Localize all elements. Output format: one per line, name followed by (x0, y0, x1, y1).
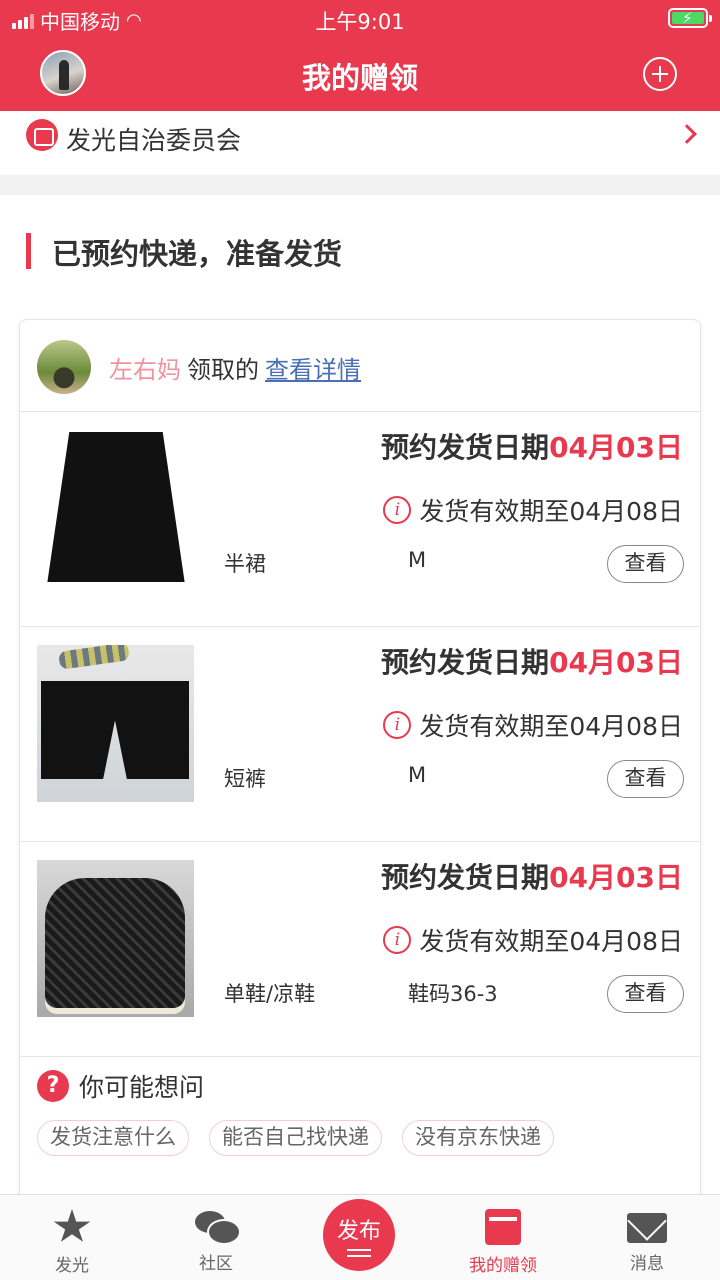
publish-icon (347, 1249, 371, 1257)
tab-label: 消息 (630, 1254, 664, 1274)
star-icon (53, 1209, 91, 1242)
list-item: 预约发货日期04月03日 i 发货有效期至04月08日 短裤 M 查看 (20, 627, 700, 842)
tab-label: 社区 (199, 1254, 233, 1274)
valid-until: 发货有效期至04月08日 (419, 712, 683, 741)
faq-header: ? 你可能想问 (37, 1068, 204, 1104)
tab-messages[interactable]: 消息 (587, 1209, 707, 1274)
shipping-section: 已预约快递，准备发货 左右妈 领取的 查看详情 预约发货日期04月03日 i 发货有效… (0, 195, 720, 1280)
item-image-skirt[interactable] (37, 430, 194, 587)
info-icon: i (383, 711, 412, 739)
item-category: 半裙 (224, 552, 266, 576)
item-size: M (408, 548, 427, 572)
item-category: 短裤 (224, 767, 266, 791)
date-label: 预约发货日期 (381, 431, 550, 464)
tab-bar: 发光 社区 发布 我的赠领 消息 (0, 1194, 720, 1280)
item-size: M (408, 763, 427, 787)
claimer-verb: 领取的 (187, 356, 259, 384)
view-button[interactable]: 查看 (607, 975, 684, 1013)
tab-my-gifts[interactable]: 我的赠领 (443, 1209, 563, 1276)
top-bar: 中国移动 ◠ 上午9:01 ⚡ 我的赠领 (0, 0, 720, 111)
battery-icon: ⚡ (668, 8, 712, 28)
view-button[interactable]: 查看 (607, 760, 684, 798)
chat-bubble-icon (195, 1209, 241, 1245)
item-image-shoes[interactable] (37, 860, 194, 1017)
list-item: 预约发货日期04月03日 i 发货有效期至04月08日 单鞋/凉鞋 鞋码36-3 … (20, 842, 700, 1057)
committee-name: 发光自治委员会 (66, 126, 242, 155)
claimer-username[interactable]: 左右妈 (109, 356, 181, 384)
tab-community[interactable]: 社区 (156, 1209, 276, 1274)
valid-until: 发货有效期至04月08日 (419, 497, 683, 526)
section-title: 已预约快递，准备发货 (52, 237, 343, 271)
date-label: 预约发货日期 (381, 646, 550, 679)
order-card: 左右妈 领取的 查看详情 预约发货日期04月03日 i 发货有效期至04月08日 半裙… (19, 319, 701, 1280)
item-image-shorts[interactable] (37, 645, 194, 802)
question-icon: ? (37, 1070, 69, 1102)
add-button[interactable] (643, 57, 677, 91)
status-time: 上午9:01 (315, 10, 405, 34)
date-value: 04月03日 (549, 861, 683, 894)
gift-icon (485, 1209, 521, 1245)
tab-label: 发光 (55, 1256, 89, 1276)
committee-icon (26, 119, 58, 151)
claimer-row: 左右妈 领取的 查看详情 (20, 320, 700, 412)
faq-tag[interactable]: 能否自己找快递 (209, 1120, 382, 1156)
publish-button[interactable]: 发布 (323, 1199, 395, 1271)
page-title: 我的赠领 (301, 61, 418, 95)
section-accent (26, 233, 31, 269)
date-value: 04月03日 (549, 646, 683, 679)
chevron-right-icon (677, 124, 697, 144)
claimer-avatar[interactable] (37, 340, 91, 394)
tab-label: 我的赠领 (469, 1256, 537, 1276)
valid-until: 发货有效期至04月08日 (419, 927, 683, 956)
mail-icon (627, 1213, 667, 1243)
info-icon: i (383, 926, 412, 954)
item-size: 鞋码36-3 (408, 982, 498, 1006)
status-bar: 中国移动 ◠ 上午9:01 ⚡ (0, 0, 720, 38)
list-item: 预约发货日期04月03日 i 发货有效期至04月08日 半裙 M 查看 (20, 412, 700, 627)
committee-row[interactable]: 发光自治委员会 (0, 111, 720, 175)
faq-tag[interactable]: 没有京东快递 (402, 1120, 554, 1156)
view-details-link[interactable]: 查看详情 (265, 356, 361, 384)
publish-label: 发布 (336, 1219, 381, 1244)
date-label: 预约发货日期 (381, 861, 550, 894)
tab-faguang[interactable]: 发光 (12, 1209, 132, 1276)
view-button[interactable]: 查看 (607, 545, 684, 583)
date-value: 04月03日 (549, 431, 683, 464)
item-category: 单鞋/凉鞋 (224, 982, 316, 1006)
info-icon: i (383, 496, 412, 524)
faq-tag[interactable]: 发货注意什么 (37, 1120, 189, 1156)
faq-tags: 发货注意什么 能否自己找快递 没有京东快递 (37, 1120, 554, 1156)
faq-title: 你可能想问 (79, 1073, 205, 1102)
